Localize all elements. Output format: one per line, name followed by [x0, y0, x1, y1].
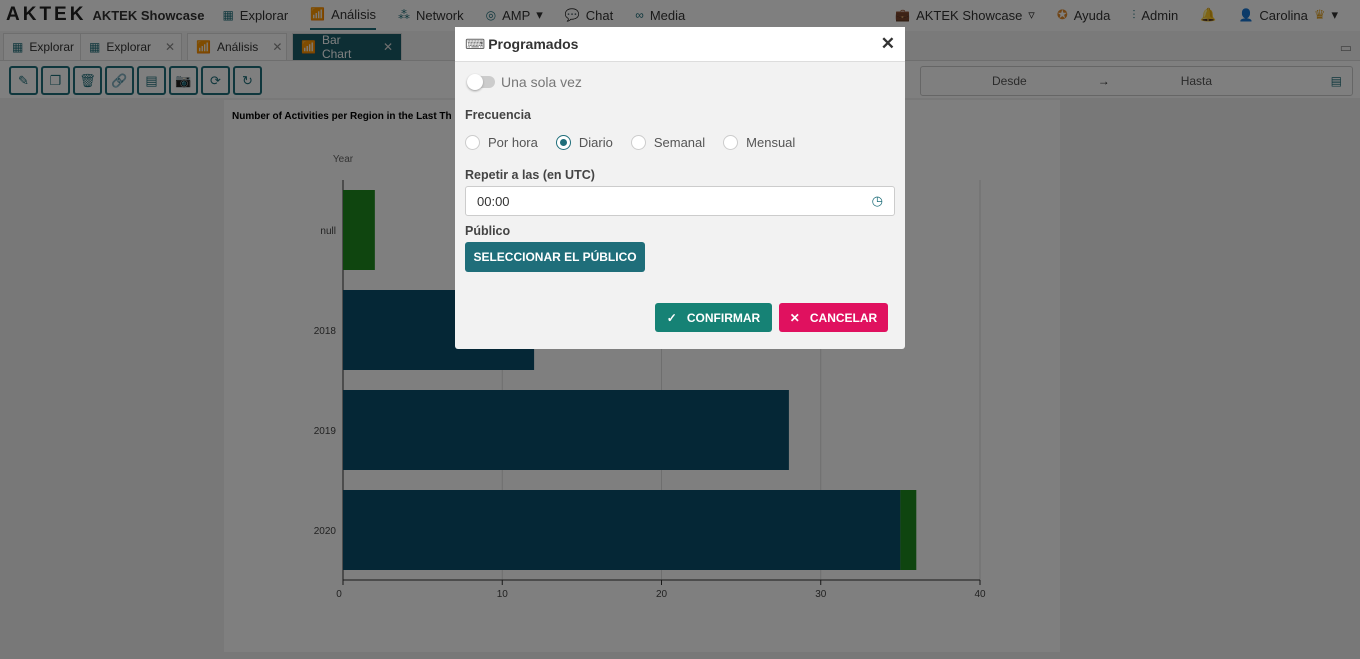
radio-por-hora[interactable]: Por hora	[465, 135, 538, 150]
clock-icon[interactable]: ◷	[872, 193, 883, 209]
toggle-switch[interactable]	[467, 74, 495, 90]
cancel-button[interactable]: ✕ CANCELAR	[779, 303, 888, 332]
confirm-label: CONFIRMAR	[686, 310, 761, 325]
radio-label: Semanal	[653, 135, 706, 150]
modal-title: Programados	[488, 36, 579, 52]
radio-circle[interactable]	[630, 135, 646, 150]
once-toggle[interactable]: Una sola vez	[467, 74, 582, 90]
keyboard-icon: ⌨	[465, 35, 486, 52]
close-icon[interactable]: ✕	[881, 34, 895, 54]
confirm-button[interactable]: ✓ CONFIRMAR	[655, 303, 772, 332]
modal-header: ⌨ Programados ✕	[455, 27, 905, 62]
radio-diario[interactable]: Diario	[555, 135, 613, 150]
time-value: 00:00	[477, 193, 510, 209]
radio-label: Diario	[578, 135, 613, 150]
x-icon: ✕	[789, 310, 800, 325]
radio-label: Mensual	[746, 135, 796, 150]
check-icon: ✓	[666, 310, 677, 325]
schedule-modal: ⌨ Programados ✕ Una sola vez Frecuencia Po…	[455, 27, 905, 349]
once-label: Una sola vez	[501, 74, 582, 90]
frequency-radio-group: Por hora Diario Semanal Mensual	[465, 135, 813, 150]
radio-circle[interactable]	[723, 135, 739, 150]
radio-mensual[interactable]: Mensual	[723, 135, 795, 150]
radio-semanal[interactable]: Semanal	[630, 135, 706, 150]
repeat-label: Repetir a las (en UTC)	[465, 168, 595, 182]
radio-label: Por hora	[488, 135, 538, 150]
time-input[interactable]: 00:00 ◷	[465, 186, 895, 216]
public-label: Público	[465, 224, 511, 238]
radio-circle[interactable]	[465, 135, 480, 150]
frequency-label: Frecuencia	[465, 108, 532, 122]
radio-circle[interactable]	[555, 135, 571, 150]
cancel-label: CANCELAR	[809, 310, 878, 325]
select-public-button[interactable]: SELECCIONAR EL PÚBLICO	[465, 242, 645, 272]
